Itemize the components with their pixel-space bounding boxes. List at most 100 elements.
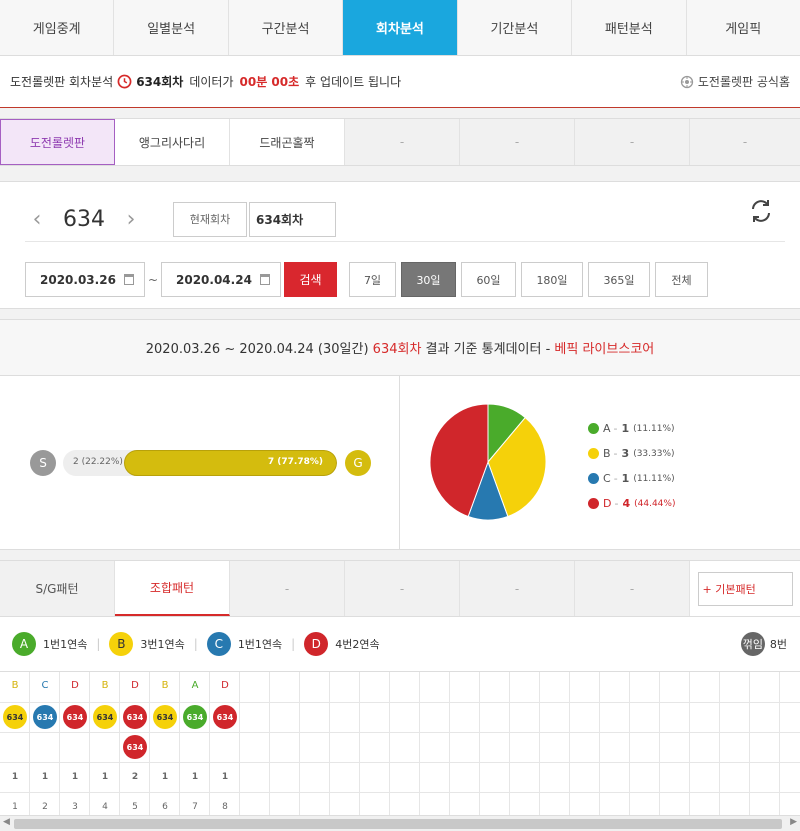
pattern-run-count: 1 [41, 772, 49, 782]
period-all-button[interactable]: 전체 [655, 262, 708, 297]
grid-column [540, 672, 570, 822]
round-number: 634 [63, 206, 105, 232]
legend-percent: (33.33%) [633, 448, 675, 459]
pie-legend: A -1 (11.11%) B -3 (33.33%) C -1 (11.11%) D -4 (44.… [588, 416, 675, 516]
grid-column [390, 672, 420, 822]
basic-pattern-button[interactable]: + 기본패턴 [697, 571, 793, 606]
tab-daily-analysis[interactable]: 일별분석 [114, 0, 229, 55]
summary-text: 1번1연속 [43, 638, 88, 651]
pattern-ball-d: 634 [63, 705, 87, 729]
pattern-tab-empty: - [345, 561, 460, 616]
pattern-tab-empty: - [575, 561, 690, 616]
round-navigator: ‹ 634 › 현재회차 634회차 [25, 197, 785, 242]
pattern-run-count: 1 [71, 772, 79, 782]
legend-dot-icon [588, 423, 599, 434]
round-search-panel: ‹ 634 › 현재회차 634회차 2020.03.26 ~ 2020.04.… [0, 181, 800, 309]
current-round-button[interactable]: 현재회차 [173, 201, 247, 237]
game-tab-empty: - [575, 119, 690, 165]
grid-column [450, 672, 480, 822]
legend-letter: B [603, 447, 611, 460]
summary-item-c: C 1번1연속 [206, 632, 282, 656]
summary-badge: D [304, 632, 329, 656]
update-notice: 도전롤렛판 회차분석 634회차 데이터가 00분 00초 후 업데이트 됩니다… [0, 56, 800, 108]
grid-column [690, 672, 720, 822]
pattern-tab-combination[interactable]: 조합패턴 [115, 561, 230, 616]
s-badge: S [30, 450, 56, 476]
tab-game-broadcast[interactable]: 게임중계 [0, 0, 115, 55]
grid-column [630, 672, 660, 822]
summary-text: 3번1연속 [140, 638, 185, 651]
scroll-right-arrow-icon[interactable]: ▶ [790, 817, 797, 827]
official-home-link[interactable]: 도전롤렛판 공식홈 [680, 73, 790, 90]
calendar-icon[interactable] [124, 274, 134, 285]
pattern-column-index: 7 [192, 802, 198, 812]
flip-count-value: 8번 [769, 638, 787, 651]
pattern-panel: S/G패턴 조합패턴 - - - - + 기본패턴 A 1번1연속 | B 3번1연속 |… [0, 560, 800, 822]
main-nav-tabs: 게임중계 일별분석 구간분석 회차분석 기간분석 패턴분석 게임픽 [0, 0, 800, 56]
legend-count: 3 [621, 447, 630, 460]
legend-percent: (44.44%) [634, 498, 676, 509]
chevron-left-icon[interactable]: ‹ [25, 207, 49, 232]
grid-column [510, 672, 540, 822]
pattern-column-index: 6 [162, 802, 168, 812]
notice-round: 634회차 [136, 75, 184, 89]
chevron-right-icon[interactable]: › [119, 207, 143, 232]
calendar-icon[interactable] [260, 274, 270, 285]
game-tab-empty: - [345, 119, 460, 165]
search-button[interactable]: 검색 [284, 262, 337, 297]
legend-dot-icon [588, 448, 599, 459]
round-input[interactable]: 634회차 [249, 201, 336, 237]
pattern-ball-b: 634 [153, 705, 177, 729]
pattern-tab-sg[interactable]: S/G패턴 [0, 561, 115, 616]
pattern-ball-c: 634 [33, 705, 57, 729]
pattern-column-head: D [221, 680, 229, 691]
pattern-ball-d: 634 [123, 705, 147, 729]
pattern-ball-b: 634 [3, 705, 27, 729]
notice-text1: 데이터가 [189, 75, 234, 89]
pattern-run-count: 1 [191, 772, 199, 782]
scrollbar-thumb[interactable] [14, 819, 782, 829]
scroll-left-arrow-icon[interactable]: ◀ [3, 817, 10, 827]
pattern-column-head: D [131, 680, 139, 691]
pattern-column-index: 8 [222, 802, 228, 812]
grid-column [600, 672, 630, 822]
horizontal-scrollbar[interactable]: ◀ ▶ [0, 815, 800, 831]
tab-period-analysis[interactable]: 기간분석 [458, 0, 573, 55]
game-tab-angry-ladder[interactable]: 앵그리사다리 [115, 119, 230, 165]
stat-source-link[interactable]: 베픽 라이브스코어 [554, 338, 654, 357]
period-30d-button[interactable]: 30일 [401, 262, 456, 297]
tab-pattern-analysis[interactable]: 패턴분석 [572, 0, 687, 55]
start-date-field[interactable]: 2020.03.26 [25, 262, 145, 297]
pattern-column-index: 1 [12, 802, 18, 812]
tab-round-analysis[interactable]: 회차분석 [343, 0, 458, 55]
period-180d-button[interactable]: 180일 [521, 262, 583, 297]
period-60d-button[interactable]: 60일 [461, 262, 516, 297]
game-tab-roulette[interactable]: 도전롤렛판 [0, 119, 115, 165]
clock-icon [117, 74, 132, 89]
legend-dot-icon [588, 473, 599, 484]
legend-letter: C [603, 472, 611, 485]
game-tab-dragon-odd-even[interactable]: 드래곤홀짝 [230, 119, 345, 165]
tab-game-pick[interactable]: 게임픽 [687, 0, 800, 55]
refresh-icon[interactable] [747, 197, 775, 225]
notice-text2: 후 업데이트 됩니다 [305, 75, 402, 89]
period-365d-button[interactable]: 365일 [588, 262, 650, 297]
pattern-run-count: 1 [161, 772, 169, 782]
notice-game: 도전롤렛판 회차분석 [10, 75, 114, 89]
pattern-ball-a: 634 [183, 705, 207, 729]
period-7d-button[interactable]: 7일 [349, 262, 396, 297]
grid-column [180, 672, 210, 822]
tab-section-analysis[interactable]: 구간분석 [229, 0, 344, 55]
roulette-logo-icon [680, 75, 694, 89]
pattern-column-index: 2 [42, 802, 48, 812]
flip-badge: 꺾임 [740, 632, 765, 656]
grid-column [270, 672, 300, 822]
grid-column [720, 672, 750, 822]
game-tabs: 도전롤렛판 앵그리사다리 드래곤홀짝 - - - - [0, 118, 800, 166]
grid-column [60, 672, 90, 822]
date-separator: ~ [147, 272, 159, 287]
date-search-row: 2020.03.26 ~ 2020.04.24 검색 7일 30일 60일 18… [25, 262, 708, 297]
pattern-tab-empty: - [460, 561, 575, 616]
end-date-field[interactable]: 2020.04.24 [161, 262, 281, 297]
summary-text: 4번2연속 [335, 638, 380, 651]
